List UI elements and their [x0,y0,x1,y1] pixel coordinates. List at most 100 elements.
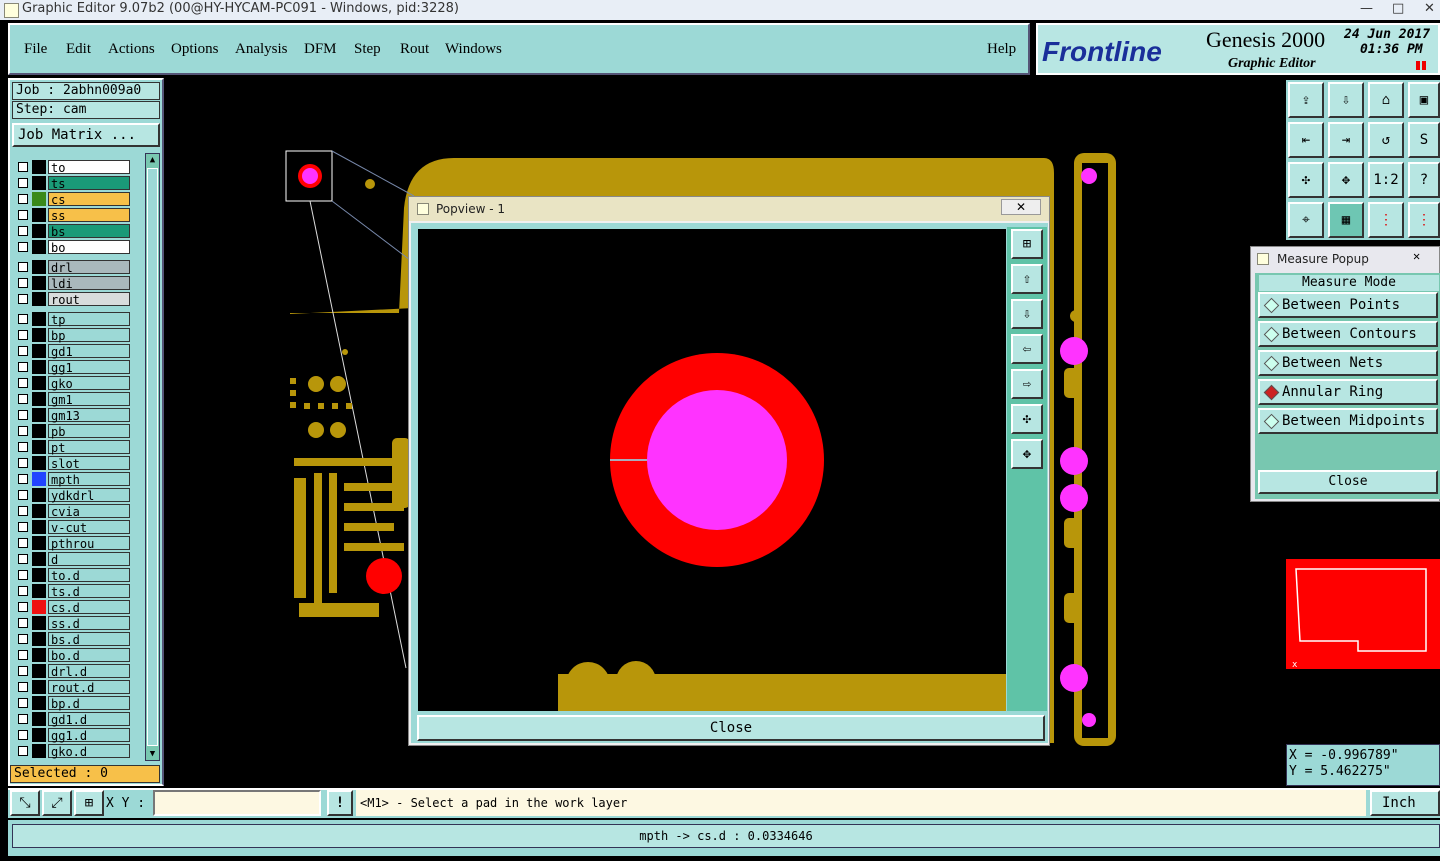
layer-checkbox[interactable] [18,538,28,548]
layer-checkbox[interactable] [18,378,28,388]
layer-color-swatch[interactable] [32,192,46,206]
layer-name[interactable]: drl.d [48,664,130,679]
layer-row-v-cut[interactable]: v-cut [14,520,132,535]
layer-color-swatch[interactable] [32,344,46,358]
layer-name[interactable]: to.d [48,568,130,583]
layer-color-swatch[interactable] [32,664,46,678]
pan-left-icon[interactable]: ⇤ [1288,122,1324,158]
pan-right-icon[interactable]: ⇥ [1328,122,1364,158]
layer-name[interactable]: v-cut [48,520,130,535]
grid-icon[interactable]: ▦ [1328,202,1364,238]
layer-checkbox[interactable] [18,698,28,708]
alert-icon[interactable]: ! [327,790,353,816]
layer-name[interactable]: gd1 [48,344,130,359]
net-compare-icon[interactable]: ⋮ [1408,202,1440,238]
popview-close-button[interactable]: Close [417,715,1045,741]
layer-name[interactable]: bs.d [48,632,130,647]
layer-row-bs[interactable]: bs [14,224,132,239]
layer-checkbox[interactable] [18,602,28,612]
layer-row-pb[interactable]: pb [14,424,132,439]
layer-name[interactable]: gm13 [48,408,130,423]
menu-windows[interactable]: Windows [445,41,502,58]
layer-color-swatch[interactable] [32,292,46,306]
layer-name[interactable]: gko [48,376,130,391]
layer-checkbox[interactable] [18,682,28,692]
menu-options[interactable]: Options [171,41,219,58]
layer-name[interactable]: ldi [48,276,130,291]
layer-checkbox[interactable] [18,522,28,532]
layer-name[interactable]: pt [48,440,130,455]
pan-right-icon[interactable]: ⇨ [1011,369,1043,399]
layer-checkbox[interactable] [18,346,28,356]
layer-scrollbar[interactable]: ▲ ▼ [145,153,160,761]
layer-row-pt[interactable]: pt [14,440,132,455]
layer-checkbox[interactable] [18,586,28,596]
layer-row-gko-d[interactable]: gko.d [14,744,132,759]
layer-row-slot[interactable]: slot [14,456,132,471]
layer-name[interactable]: drl [48,260,130,275]
layer-row-ts-d[interactable]: ts.d [14,584,132,599]
menu-rout[interactable]: Rout [400,41,429,58]
layer-color-swatch[interactable] [32,160,46,174]
zoom-back-icon[interactable]: ↺ [1368,122,1404,158]
units-select[interactable]: Inch [1370,790,1440,816]
layer-color-swatch[interactable] [32,552,46,566]
layer-checkbox[interactable] [18,394,28,404]
layer-row-d[interactable]: d [14,552,132,567]
overview-map[interactable]: x [1286,559,1440,669]
measure-close-x-button[interactable]: ✕ [1413,249,1420,263]
layer-checkbox[interactable] [18,618,28,628]
layer-row-ss[interactable]: ss [14,208,132,223]
pan-left-icon[interactable]: ⇦ [1011,334,1043,364]
snap-mode-icon[interactable]: ⤢ [42,790,72,816]
zoom-in-icon[interactable]: ✣ [1011,404,1043,434]
layer-color-swatch[interactable] [32,712,46,726]
layer-color-swatch[interactable] [32,632,46,646]
layer-row-cvia[interactable]: cvia [14,504,132,519]
layer-row-bp-d[interactable]: bp.d [14,696,132,711]
layer-checkbox[interactable] [18,162,28,172]
layer-color-swatch[interactable] [32,648,46,662]
layer-color-swatch[interactable] [32,260,46,274]
layer-checkbox[interactable] [18,506,28,516]
zoom-home-icon[interactable]: ✣ [1288,162,1324,198]
layer-checkbox[interactable] [18,746,28,756]
help-icon[interactable]: ? [1408,162,1440,198]
layer-color-swatch[interactable] [32,568,46,582]
layer-row-tp[interactable]: tp [14,312,132,327]
layer-name[interactable]: gko.d [48,744,130,759]
layer-checkbox[interactable] [18,714,28,724]
layer-color-swatch[interactable] [32,536,46,550]
layer-row-bp[interactable]: bp [14,328,132,343]
layer-row-mpth[interactable]: mpth [14,472,132,487]
layer-name[interactable]: bo.d [48,648,130,663]
layer-color-swatch[interactable] [32,616,46,630]
layer-checkbox[interactable] [18,262,28,272]
zoom-fit-icon[interactable]: ⊞ [1011,229,1043,259]
layer-checkbox[interactable] [18,410,28,420]
close-window-button[interactable]: ✕ [1424,1,1435,16]
layer-name[interactable]: cs.d [48,600,130,615]
snap-icon[interactable]: S [1408,122,1440,158]
menu-help[interactable]: Help [987,41,1016,58]
layer-name[interactable]: rout [48,292,130,307]
layer-name[interactable]: tp [48,312,130,327]
layer-name[interactable]: ss.d [48,616,130,631]
layer-checkbox[interactable] [18,442,28,452]
layer-color-swatch[interactable] [32,328,46,342]
layer-checkbox[interactable] [18,362,28,372]
layer-checkbox[interactable] [18,570,28,580]
layer-checkbox[interactable] [18,730,28,740]
net-icon[interactable]: ⋮ [1368,202,1404,238]
layer-color-swatch[interactable] [32,360,46,374]
layer-checkbox[interactable] [18,650,28,660]
layer-checkbox[interactable] [18,210,28,220]
layer-color-swatch[interactable] [32,224,46,238]
layer-checkbox[interactable] [18,490,28,500]
layer-row-bo-d[interactable]: bo.d [14,648,132,663]
layer-color-swatch[interactable] [32,600,46,614]
scroll-thumb[interactable] [147,168,158,746]
layer-checkbox[interactable] [18,278,28,288]
layer-checkbox[interactable] [18,554,28,564]
layer-row-cs[interactable]: cs [14,192,132,207]
